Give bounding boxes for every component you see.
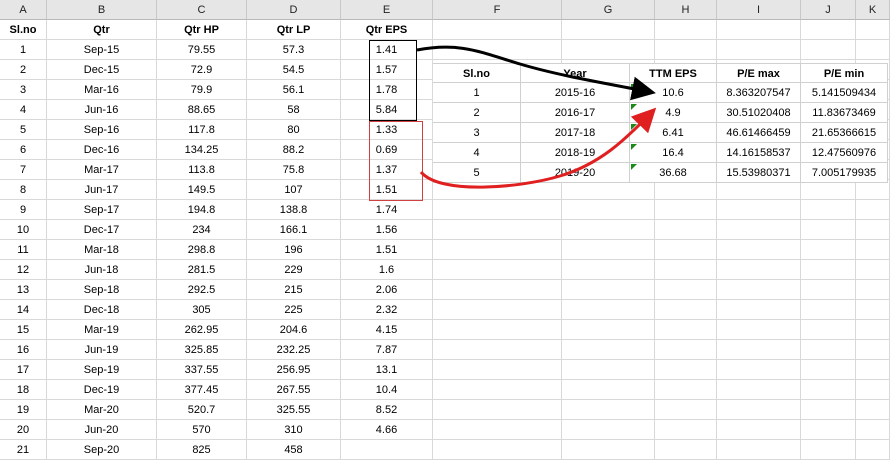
annotation-arrows — [416, 45, 657, 189]
black-arrow — [416, 45, 656, 101]
red-arrow — [419, 107, 657, 189]
